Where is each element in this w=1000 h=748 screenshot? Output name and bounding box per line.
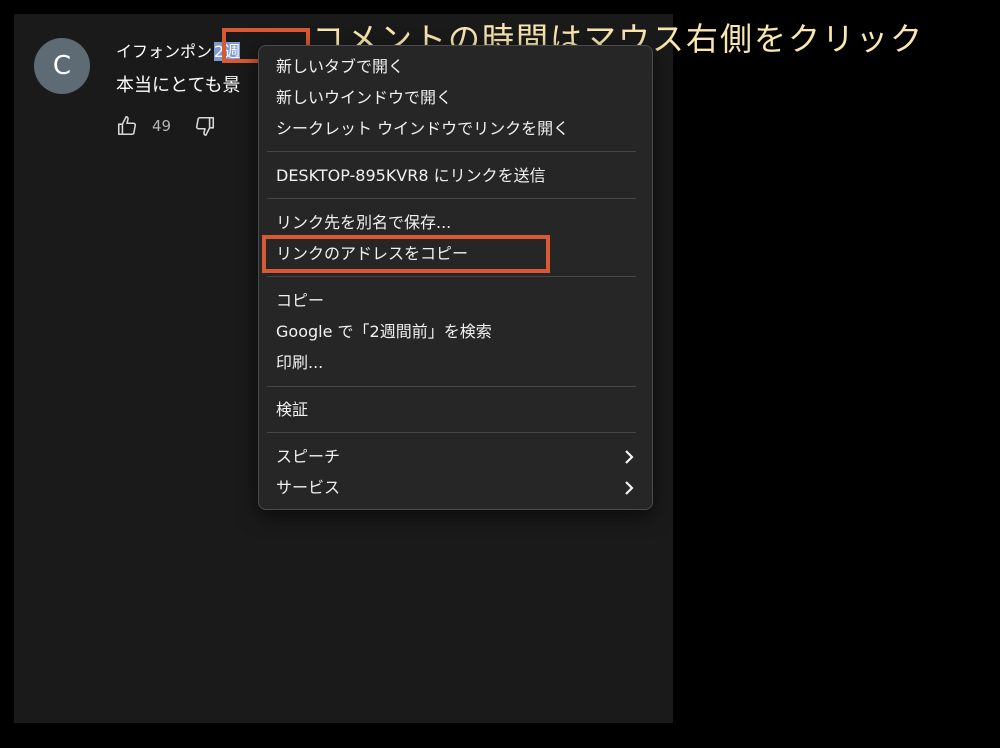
menu-services-label: サービス [276,478,341,497]
menu-speech-label: スピーチ [276,447,341,466]
menu-speech[interactable]: スピーチ [276,442,638,472]
context-menu: 新しいタブで開く 新しいウインドウで開く シークレット ウインドウでリンクを開く… [258,45,653,510]
menu-search-google[interactable]: Google で「2週間前」を検索 [276,317,638,347]
like-count: 49 [152,117,172,135]
menu-print[interactable]: 印刷... [276,348,638,378]
menu-divider [267,151,636,152]
avatar-letter: C [52,51,72,81]
comment-text: 本当にとても景 [116,75,241,96]
chevron-right-icon [625,481,634,495]
menu-open-new-tab[interactable]: 新しいタブで開く [276,52,638,82]
menu-divider [267,386,636,387]
avatar[interactable]: C [34,38,90,94]
menu-services[interactable]: サービス [276,473,638,503]
menu-open-incognito[interactable]: シークレット ウインドウでリンクを開く [276,114,638,144]
menu-divider [267,198,636,199]
menu-save-link-as[interactable]: リンク先を別名で保存... [276,208,638,238]
thumbs-up-icon[interactable] [116,115,138,137]
menu-inspect[interactable]: 検証 [276,395,638,425]
menu-divider [267,276,636,277]
menu-send-to-device[interactable]: DESKTOP-895KVR8 にリンクを送信 [276,161,638,191]
author-name[interactable]: イフォンポン [116,42,212,61]
menu-divider [267,432,636,433]
menu-copy[interactable]: コピー [276,286,638,316]
thumbs-down-icon[interactable] [194,115,216,137]
menu-open-new-window[interactable]: 新しいウインドウで開く [276,83,638,113]
copy-link-highlight-box [262,235,550,273]
chevron-right-icon [625,450,634,464]
